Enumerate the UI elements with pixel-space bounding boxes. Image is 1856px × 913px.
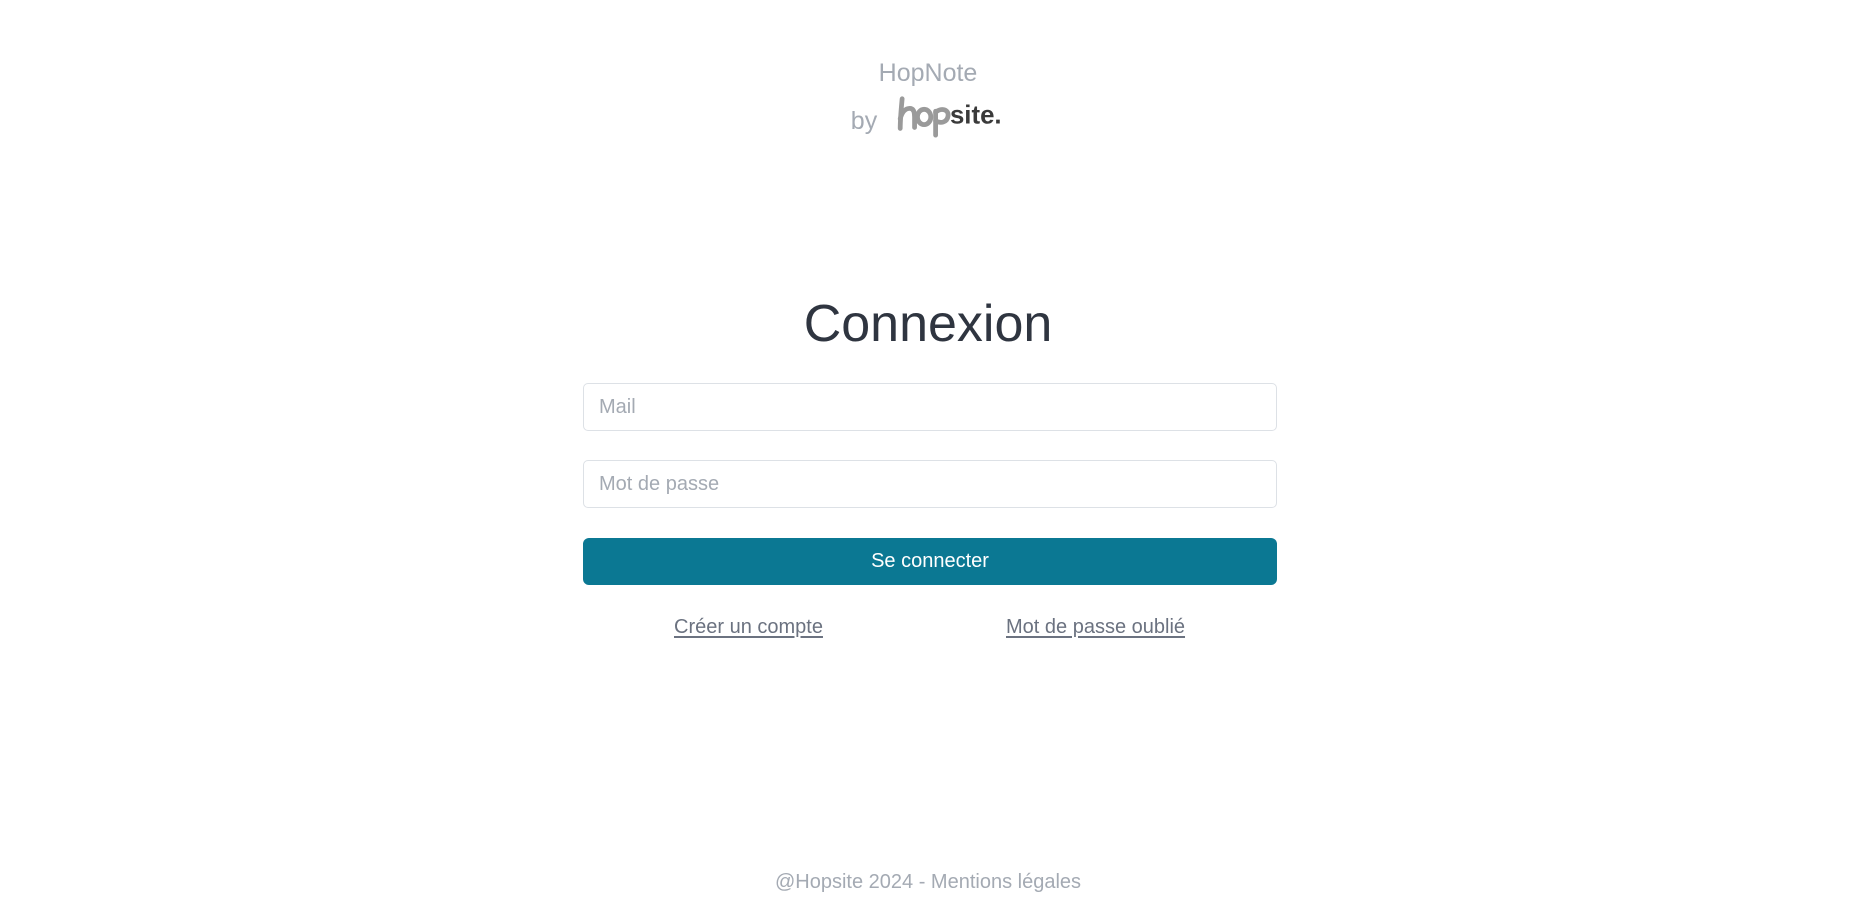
- create-account-link[interactable]: Créer un compte: [674, 616, 823, 639]
- mail-input[interactable]: [583, 383, 1277, 431]
- svg-text:site.: site.: [950, 102, 1002, 130]
- login-button[interactable]: Se connecter: [583, 538, 1277, 585]
- footer-separator: -: [913, 871, 931, 893]
- forgot-password-link[interactable]: Mot de passe oublié: [1006, 616, 1185, 639]
- by-line: by site.: [0, 94, 1856, 138]
- footer-copyright: @Hopsite 2024: [774, 871, 914, 893]
- by-label: by: [850, 106, 878, 135]
- form-links: Créer un compte Mot de passe oublié: [583, 616, 1277, 646]
- legal-notice-link[interactable]: Mentions légales: [931, 871, 1081, 893]
- hopsite-logo: site.: [898, 96, 1002, 138]
- login-form: Se connecter Créer un compte Mot de pass…: [583, 383, 1277, 646]
- app-name: HopNote: [878, 59, 978, 87]
- footer: @Hopsite 2024 - Mentions légales: [0, 871, 1856, 894]
- password-input[interactable]: [583, 460, 1277, 508]
- brand-header: HopNote by site.: [0, 58, 1856, 138]
- page-title: Connexion: [803, 295, 1053, 353]
- login-page: HopNote by site. Connexion Se connecter …: [0, 0, 1856, 913]
